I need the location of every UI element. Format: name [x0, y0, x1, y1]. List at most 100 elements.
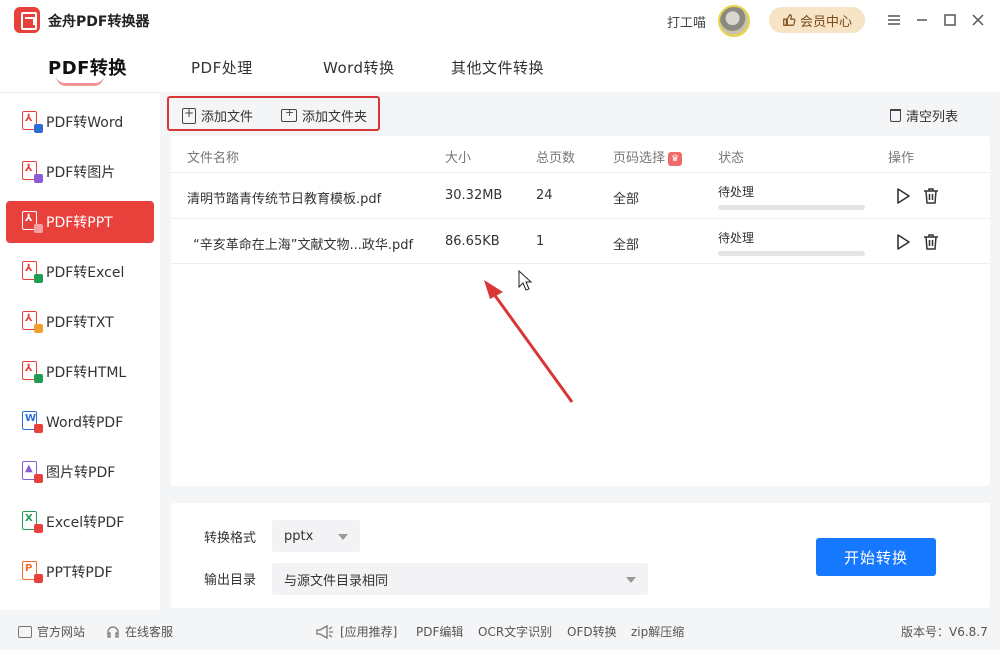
- add-file-button[interactable]: 添加文件: [182, 106, 253, 125]
- sidebar-item-pdf-to-txt[interactable]: ⅄ PDF转TXT: [6, 301, 154, 343]
- add-buttons-highlight: 添加文件 添加文件夹: [167, 96, 380, 131]
- delete-icon[interactable]: [923, 233, 939, 251]
- app-title: 金舟PDF转换器: [48, 14, 150, 30]
- pdf-file-icon: ⅄: [22, 161, 43, 183]
- vip-crown-icon: ♛: [668, 152, 683, 166]
- chevron-down-icon: [338, 534, 348, 540]
- format-label: 转换格式: [204, 531, 257, 546]
- link-ocr[interactable]: OCR文字识别: [478, 623, 552, 640]
- header-file-name: 文件名称: [187, 151, 240, 166]
- main-tabs: PDF转换 PDF处理 Word转换 其他文件转换: [0, 40, 1000, 92]
- sidebar-item-ppt-to-pdf[interactable]: P PPT转PDF: [6, 551, 154, 593]
- sidebar-item-word-to-pdf[interactable]: W Word转PDF: [6, 401, 154, 443]
- add-folder-icon: [281, 106, 297, 122]
- sidebar-item-excel-to-pdf[interactable]: X Excel转PDF: [6, 501, 154, 543]
- sidebar-item-image-to-pdf[interactable]: ▲ 图片转PDF: [6, 451, 154, 493]
- conversion-settings: 转换格式 pptx 输出目录 与源文件目录相同 开始转换: [171, 503, 990, 608]
- chevron-down-icon: [626, 577, 636, 583]
- clear-list-label: 清空列表: [905, 110, 958, 125]
- tab-pdf-process[interactable]: PDF处理: [191, 57, 253, 78]
- header-actions: 操作: [888, 151, 915, 166]
- link-unzip[interactable]: zip解压缩: [631, 623, 684, 640]
- sidebar-item-pdf-to-html[interactable]: ⅄ PDF转HTML: [6, 351, 154, 393]
- output-dir-label: 输出目录: [204, 573, 257, 588]
- pdf-file-icon: ⅄: [22, 211, 43, 233]
- vip-center-label: 会员中心: [799, 14, 852, 30]
- page-range[interactable]: 全部: [613, 188, 639, 207]
- word-file-icon: W: [22, 411, 43, 433]
- sidebar-item-pdf-to-word[interactable]: ⅄ PDF转Word: [6, 101, 154, 143]
- app-logo-icon: [14, 7, 40, 33]
- recommend-section: [应用推荐]: [315, 623, 397, 640]
- service-label: 在线客服: [125, 625, 174, 639]
- page-count: 24: [536, 188, 553, 203]
- sidebar-item-label: PDF转图片: [46, 165, 116, 181]
- official-website-link[interactable]: 官方网站: [18, 623, 85, 640]
- sidebar-item-pdf-to-excel[interactable]: ⅄ PDF转Excel: [6, 251, 154, 293]
- header-pages: 总页数: [536, 151, 576, 166]
- sidebar-item-label: PDF转PPT: [46, 215, 113, 231]
- file-size: 30.32MB: [445, 188, 503, 203]
- header-page-range-label: 页码选择: [613, 151, 666, 166]
- headset-icon: [107, 625, 119, 638]
- status-text: 待处理: [718, 185, 755, 199]
- minimize-icon[interactable]: [912, 10, 932, 30]
- vip-center-button[interactable]: 会员中心: [769, 7, 865, 33]
- recommend-label: [应用推荐]: [340, 625, 398, 639]
- sidebar-item-label: Excel转PDF: [46, 515, 125, 531]
- add-folder-button[interactable]: 添加文件夹: [281, 106, 367, 125]
- trash-icon: [889, 109, 901, 122]
- header-status: 状态: [718, 151, 745, 166]
- file-size: 86.65KB: [445, 234, 500, 249]
- megaphone-icon: [316, 624, 333, 639]
- title-bar: 金舟PDF转换器 打工喵 会员中心: [0, 0, 1000, 40]
- sidebar-item-label: Word转PDF: [46, 415, 124, 431]
- file-name: 清明节踏青传统节日教育模板.pdf: [187, 192, 382, 207]
- tab-other-convert[interactable]: 其他文件转换: [451, 57, 544, 78]
- pdf-file-icon: ⅄: [22, 311, 43, 333]
- status: 待处理: [718, 183, 865, 210]
- sidebar-item-label: PDF转HTML: [46, 365, 127, 381]
- tab-pdf-convert[interactable]: PDF转换: [48, 54, 127, 80]
- header-page-range: 页码选择 ♛: [613, 147, 683, 166]
- play-icon[interactable]: [895, 187, 911, 205]
- monitor-icon: [18, 625, 32, 638]
- menu-icon[interactable]: [884, 10, 904, 30]
- tab-word-convert[interactable]: Word转换: [323, 57, 395, 78]
- sidebar-item-label: PDF转TXT: [46, 315, 114, 331]
- link-pdf-edit[interactable]: PDF编辑: [416, 623, 463, 640]
- output-dir-value: 与源文件目录相同: [284, 573, 389, 589]
- format-select[interactable]: pptx: [272, 520, 360, 552]
- add-file-icon: [182, 106, 196, 124]
- avatar[interactable]: [718, 5, 750, 37]
- add-file-label: 添加文件: [201, 110, 254, 125]
- play-icon[interactable]: [895, 233, 911, 251]
- table-row[interactable]: “辛亥革命在上海”文献文物...政华.pdf 86.65KB 1 全部 待处理: [171, 218, 990, 264]
- start-convert-button[interactable]: 开始转换: [816, 538, 936, 576]
- delete-icon[interactable]: [923, 187, 939, 205]
- page-range[interactable]: 全部: [613, 234, 639, 253]
- version-text: 版本号：V6.8.7: [901, 625, 988, 639]
- sidebar-item-label: PDF转Excel: [46, 265, 125, 281]
- progress-bar: [718, 205, 865, 210]
- excel-file-icon: X: [22, 511, 43, 533]
- status-text: 待处理: [718, 231, 755, 245]
- file-table: 文件名称 大小 总页数 页码选择 ♛ 状态 操作 清明节踏青传统节日教育模板.pd…: [171, 136, 990, 486]
- maximize-icon[interactable]: [940, 10, 960, 30]
- link-ofd[interactable]: OFD转换: [567, 623, 617, 640]
- output-dir-select[interactable]: 与源文件目录相同: [272, 563, 648, 595]
- sidebar-item-pdf-to-image[interactable]: ⅄ PDF转图片: [6, 151, 154, 193]
- table-row[interactable]: 清明节踏青传统节日教育模板.pdf 30.32MB 24 全部 待处理: [171, 172, 990, 218]
- sidebar: ⅄ PDF转Word ⅄ PDF转图片 ⅄ PDF转PPT ⅄ PDF转Exce…: [0, 92, 160, 610]
- sidebar-item-label: 图片转PDF: [46, 465, 116, 481]
- ppt-file-icon: P: [22, 561, 43, 583]
- clear-list-button[interactable]: 清空列表: [889, 106, 958, 125]
- user-name[interactable]: 打工喵: [667, 12, 706, 31]
- sidebar-item-pdf-to-ppt[interactable]: ⅄ PDF转PPT: [6, 201, 154, 243]
- header-size: 大小: [445, 151, 472, 166]
- add-folder-label: 添加文件夹: [302, 110, 368, 125]
- online-service-link[interactable]: 在线客服: [106, 623, 173, 640]
- image-file-icon: ▲: [22, 461, 43, 483]
- website-label: 官方网站: [37, 625, 86, 639]
- close-icon[interactable]: [968, 10, 988, 30]
